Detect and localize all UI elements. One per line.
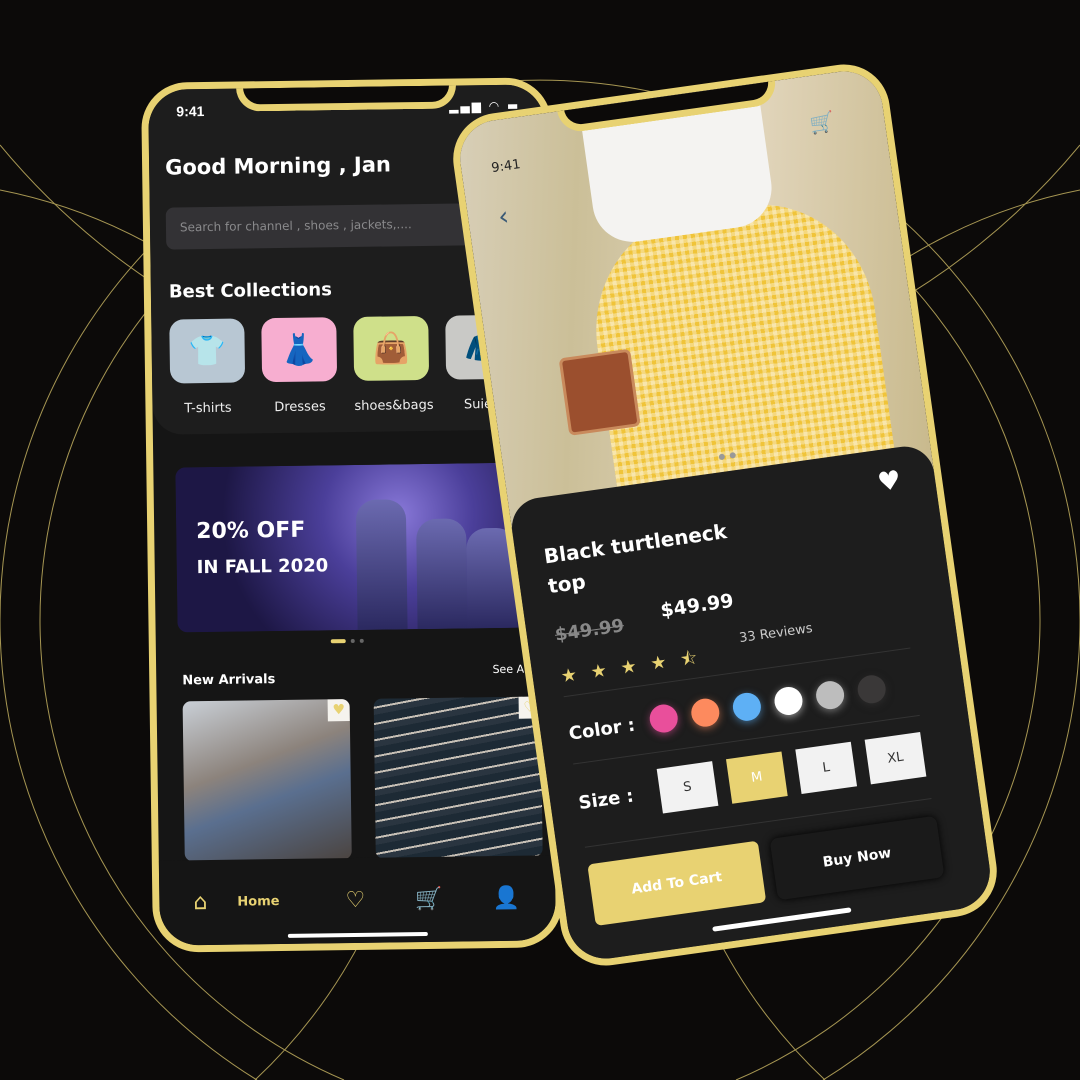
tshirt-icon: 👕 [169, 318, 246, 384]
old-price: $49.99 [553, 615, 626, 646]
product-card[interactable]: ♡ [373, 696, 543, 859]
home-indicator [712, 907, 852, 932]
color-swatch[interactable] [772, 685, 805, 717]
category-label: T-shirts [184, 400, 232, 417]
price: $49.99 [659, 589, 735, 622]
reviews-count[interactable]: 33 Reviews [738, 621, 813, 646]
color-swatch[interactable] [731, 691, 763, 723]
user-icon[interactable]: 👤 [492, 886, 520, 911]
size-option[interactable]: XL [864, 731, 927, 785]
category-label: shoes&bags [354, 397, 434, 414]
dress-icon: 👗 [261, 317, 338, 383]
add-to-cart-button[interactable]: Add To Cart [587, 840, 767, 926]
size-option[interactable]: L [795, 741, 858, 795]
cart-icon[interactable]: 🛒 [808, 109, 836, 136]
nav-home-label[interactable]: Home [237, 894, 279, 910]
bag-shoe-icon: 👜 [353, 315, 430, 381]
heart-icon[interactable]: ♥ [876, 465, 903, 498]
heart-icon[interactable]: ♥ [327, 699, 350, 722]
category-list: 👕T-shirts 👗Dresses 👜shoes&bags 🧥Suiets [169, 314, 522, 417]
buy-now-button[interactable]: Buy Now [769, 815, 945, 901]
category-shoes-bags[interactable]: 👜 shoes&bags [353, 315, 434, 414]
category-tshirts[interactable]: 👕 T-shirts [169, 318, 246, 417]
carousel-dots[interactable] [330, 638, 364, 644]
size-label: Size : [577, 785, 635, 815]
cart-icon[interactable]: 🛒 [415, 887, 443, 912]
color-swatch[interactable] [855, 673, 888, 706]
color-swatch[interactable] [689, 696, 722, 729]
color-label: Color : [567, 714, 637, 745]
banner-discount: 20% OFF [196, 517, 306, 545]
size-option[interactable]: M [726, 751, 788, 804]
product-card[interactable]: ♥ [182, 699, 352, 862]
color-swatch[interactable] [814, 679, 846, 711]
status-time: 9:41 [176, 103, 205, 120]
category-dresses[interactable]: 👗 Dresses [261, 317, 338, 416]
promo-banner[interactable]: 20% OFF IN FALL 2020 [175, 462, 548, 633]
home-icon[interactable]: ⌂ [193, 890, 207, 915]
product-title: Black turtleneck top [542, 519, 729, 599]
banner-season: IN FALL 2020 [196, 555, 329, 579]
new-arrivals-title: New Arrivals [182, 672, 276, 689]
size-options: S M L XL [656, 731, 927, 814]
color-swatch[interactable] [647, 702, 680, 735]
category-label: Dresses [274, 399, 326, 416]
product-details-panel: ♥ Black turtleneck top $49.99 $49.99 ★★★… [508, 442, 995, 964]
heart-icon[interactable]: ♡ [345, 888, 365, 913]
size-option[interactable]: S [656, 761, 719, 814]
greeting: Good Morning , Jan [164, 152, 392, 180]
notch [235, 78, 457, 112]
best-collections-title: Best Collections [168, 279, 332, 303]
